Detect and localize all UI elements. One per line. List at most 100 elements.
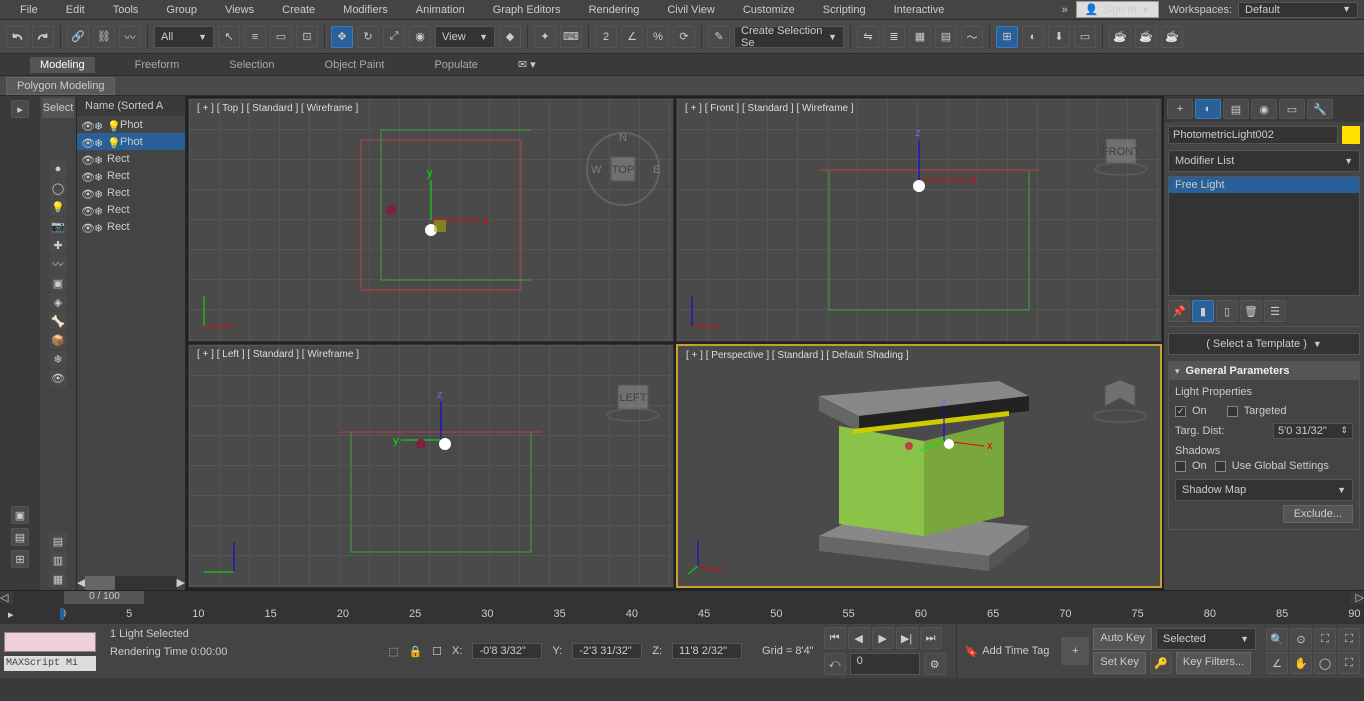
eye-icon[interactable]: 👁 <box>81 188 91 198</box>
next-frame-icon[interactable]: ▶| <box>896 627 918 649</box>
time-config-icon[interactable]: ⚙ <box>924 653 946 675</box>
time-next-icon[interactable]: ▷ <box>1356 591 1364 604</box>
menu-rendering[interactable]: Rendering <box>575 4 654 16</box>
scene-col-header[interactable]: Name (Sorted A <box>77 96 185 116</box>
strip-btn-3[interactable]: ▤ <box>11 528 29 546</box>
use-global-checkbox[interactable]: Use Global Settings <box>1215 460 1329 472</box>
freeze-icon[interactable]: ❄ <box>94 222 104 232</box>
show-end-icon[interactable]: ▮ <box>1192 300 1214 322</box>
x-field[interactable]: -0'8 3/32" <box>472 643 542 659</box>
menu-civilview[interactable]: Civil View <box>653 4 728 16</box>
display-shapes-icon[interactable]: ◯ <box>49 179 67 197</box>
eye-icon[interactable]: 👁 <box>81 137 91 147</box>
align-button[interactable]: ≣ <box>883 26 905 48</box>
keyfilter-select[interactable]: Selected▼ <box>1156 628 1256 650</box>
eye-icon[interactable]: 👁 <box>81 154 91 164</box>
menu-scripting[interactable]: Scripting <box>809 4 880 16</box>
viewport-left[interactable]: [ + ] [ Left ] [ Standard ] [ Wireframe … <box>188 344 674 588</box>
maxscript-listener[interactable]: MAXScript Mi <box>4 656 96 671</box>
menu-modifiers[interactable]: Modifiers <box>329 4 402 16</box>
menu-interactive[interactable]: Interactive <box>880 4 959 16</box>
tab-freeform[interactable]: Freeform <box>125 57 190 73</box>
chevron-right-icon[interactable]: » <box>1062 4 1068 16</box>
list-item[interactable]: 👁❄Rect <box>77 184 185 201</box>
scene-scrollbar[interactable]: ◀▶ <box>77 576 185 590</box>
viewport-label[interactable]: [ + ] [ Top ] [ Standard ] [ Wireframe ] <box>197 103 358 114</box>
link-button[interactable]: 🔗 <box>67 26 89 48</box>
strip-btn-2[interactable]: ▣ <box>11 506 29 524</box>
placement-button[interactable]: ◉ <box>409 26 431 48</box>
viewport-top[interactable]: [ + ] [ Top ] [ Standard ] [ Wireframe ]… <box>188 98 674 342</box>
time-handle[interactable]: 0 / 100 <box>64 591 144 605</box>
zoom-all-icon[interactable]: ⊙ <box>1290 628 1312 650</box>
pivot-button[interactable]: ◆ <box>499 26 521 48</box>
list-item[interactable]: 👁❄💡Phot <box>77 116 185 133</box>
frame-field[interactable]: 0 <box>850 653 920 675</box>
bind-button[interactable]: 〰 <box>119 26 141 48</box>
tab-selection[interactable]: Selection <box>219 57 284 73</box>
selection-filter[interactable]: All▼ <box>154 26 214 48</box>
mini-listener[interactable] <box>4 632 96 652</box>
select-object-button[interactable]: ↖ <box>218 26 240 48</box>
freeze-icon[interactable]: ❄ <box>94 188 104 198</box>
display-geometry-icon[interactable]: ● <box>49 160 67 178</box>
undo-button[interactable] <box>6 26 28 48</box>
menu-views[interactable]: Views <box>211 4 268 16</box>
viewcube-icon[interactable] <box>1090 376 1150 426</box>
signin-button[interactable]: 👤 Sign In ▼ <box>1076 1 1159 18</box>
fov-icon[interactable]: ∠ <box>1266 652 1288 674</box>
lock-icon[interactable]: 🔒 <box>408 645 422 658</box>
render-frame-button[interactable]: ▭ <box>1074 26 1096 48</box>
toggle-ribbon-button[interactable]: ▤ <box>935 26 957 48</box>
pin-stack-icon[interactable]: 📌 <box>1168 300 1190 322</box>
set-key-big-icon[interactable]: + <box>1061 637 1089 665</box>
eye-icon[interactable]: 👁 <box>81 222 91 232</box>
ruler-expand-icon[interactable]: ▸ <box>8 608 14 621</box>
modifier-stack[interactable]: Free Light <box>1168 176 1360 296</box>
tab-objectpaint[interactable]: Object Paint <box>315 57 395 73</box>
freeze-icon[interactable]: ❄ <box>94 137 104 147</box>
display-groups-icon[interactable]: ▣ <box>49 274 67 292</box>
time-prev-icon[interactable]: ◁ <box>0 591 8 604</box>
eye-icon[interactable]: 👁 <box>81 171 91 181</box>
freeze-icon[interactable]: ❄ <box>94 120 104 130</box>
render-setup-button[interactable]: ⬇ <box>1048 26 1070 48</box>
menu-tools[interactable]: Tools <box>99 4 153 16</box>
orbit-icon[interactable]: ◯ <box>1314 652 1336 674</box>
freeze-icon[interactable]: ❄ <box>94 205 104 215</box>
zoom-ext-all-icon[interactable]: ⛶ <box>1338 628 1360 650</box>
create-tab-icon[interactable]: + <box>1167 99 1193 119</box>
menu-customize[interactable]: Customize <box>729 4 809 16</box>
targeted-checkbox[interactable]: Targeted <box>1227 405 1287 417</box>
layers-button[interactable]: ▦ <box>909 26 931 48</box>
ribbon-postage-icon[interactable]: ✉ ▾ <box>518 58 536 71</box>
unlink-button[interactable]: ⛓ <box>93 26 115 48</box>
scale-button[interactable]: ⤢ <box>383 26 405 48</box>
list-item[interactable]: 👁❄Rect <box>77 150 185 167</box>
display-cameras-icon[interactable]: 📷 <box>49 217 67 235</box>
menu-grapheditors[interactable]: Graph Editors <box>479 4 575 16</box>
modifier-item[interactable]: Free Light <box>1169 177 1359 193</box>
goto-start-icon[interactable]: ⏮ <box>824 627 846 649</box>
unique-icon[interactable]: ▯ <box>1216 300 1238 322</box>
viewport-label[interactable]: [ + ] [ Left ] [ Standard ] [ Wireframe … <box>197 349 359 360</box>
color-swatch[interactable] <box>1342 126 1360 144</box>
object-name-field[interactable] <box>1168 126 1338 144</box>
targdist-spinner[interactable]: 5'0 31/32"⇕ <box>1273 423 1353 439</box>
display-xrefs-icon[interactable]: ◈ <box>49 293 67 311</box>
key-mode-icon[interactable]: ⤺ <box>824 653 846 675</box>
freeze-icon[interactable]: ❄ <box>94 171 104 181</box>
modifier-list-select[interactable]: Modifier List▼ <box>1168 150 1360 172</box>
on-checkbox[interactable]: On <box>1175 405 1207 417</box>
strip-bot-2[interactable]: ▥ <box>49 551 67 569</box>
angle-snap-button[interactable]: ∠ <box>621 26 643 48</box>
tab-populate[interactable]: Populate <box>424 57 487 73</box>
ref-coord-select[interactable]: View▼ <box>435 26 495 48</box>
time-track[interactable]: 0 / 100 <box>14 591 1349 605</box>
autokey-button[interactable]: Auto Key <box>1093 628 1152 650</box>
strip-btn-1[interactable]: ▸ <box>11 100 29 118</box>
menu-animation[interactable]: Animation <box>402 4 479 16</box>
keyfilters-button[interactable]: Key Filters... <box>1176 652 1251 674</box>
max-viewport-icon[interactable]: ⛶ <box>1338 652 1360 674</box>
y-field[interactable]: -2'3 31/32" <box>572 643 642 659</box>
